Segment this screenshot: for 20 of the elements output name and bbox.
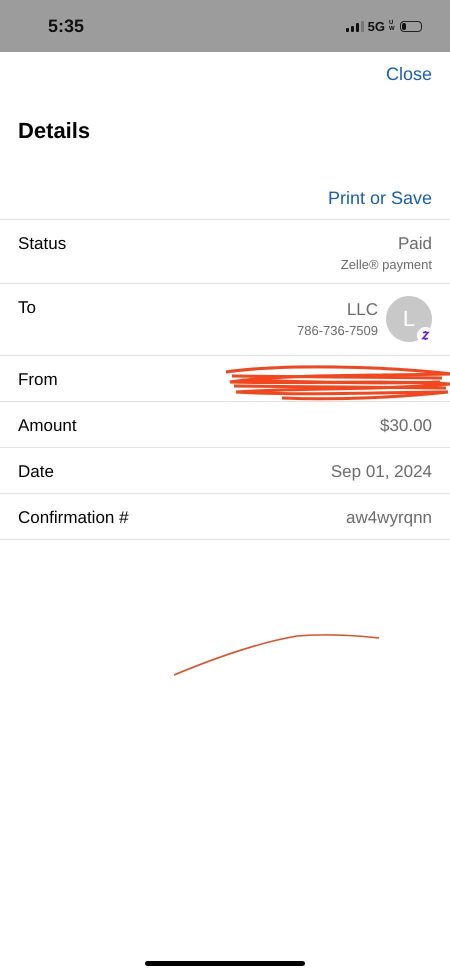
page-title: Details: [18, 118, 90, 144]
row-value: $30.00: [380, 416, 432, 436]
row-subvalue: Zelle® payment: [340, 257, 432, 272]
print-save-link[interactable]: Print or Save: [328, 188, 432, 209]
row-label: To: [18, 298, 36, 318]
close-button[interactable]: Close: [386, 62, 432, 86]
signal-icon: [346, 20, 364, 32]
clock-time: 5:35: [48, 16, 86, 36]
row-label: Date: [18, 462, 54, 482]
row-label: Status: [18, 234, 66, 254]
row-label: From: [18, 370, 58, 390]
row-value: Paid: [398, 234, 432, 254]
row-label: Amount: [18, 416, 77, 436]
row-value: Sep 01, 2024: [330, 462, 432, 482]
row-subvalue: 786-736-7509: [297, 323, 378, 338]
row-value: LLC: [346, 300, 378, 320]
battery-icon: [400, 20, 422, 32]
row-label: Confirmation #: [18, 508, 129, 528]
row-value: aw4wyrqnn: [346, 508, 432, 528]
network-label: 5G: [368, 18, 385, 34]
